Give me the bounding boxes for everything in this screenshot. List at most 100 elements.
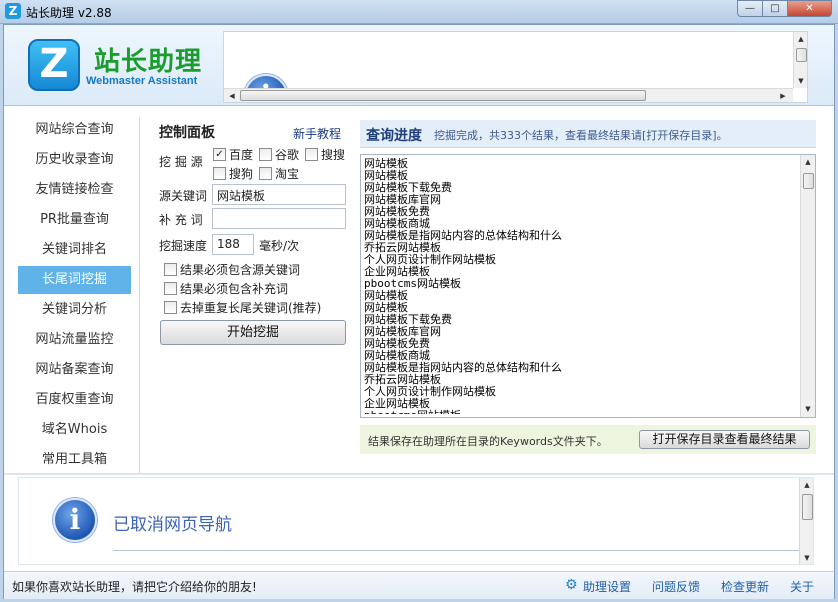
sidebar-item-icp-query[interactable]: 网站备案查询 — [18, 356, 131, 384]
checkbox-label: 结果必须包含补充词 — [180, 282, 289, 296]
sidebar-item-keyword-analysis[interactable]: 关键词分析 — [18, 296, 131, 324]
progress-title: 查询进度 — [366, 128, 422, 144]
speed-input[interactable]: 188 — [212, 234, 254, 255]
checkbox-label: 淘宝 — [275, 167, 300, 181]
sidebar-item-baidu-weight[interactable]: 百度权重查询 — [18, 386, 131, 414]
tutorial-link[interactable]: 新手教程 — [293, 125, 341, 142]
supplement-input[interactable] — [212, 208, 346, 229]
info-icon: i — [53, 498, 97, 542]
bottom-divider-line — [113, 550, 805, 551]
sidebar-item-longtail-mining[interactable]: 长尾词挖掘 — [18, 266, 131, 294]
window-title: 站长助理 v2.88 — [26, 6, 112, 20]
scroll-up-arrow-icon[interactable]: ▲ — [801, 155, 815, 169]
header-web-panel: i 已取消网页导航 ▲ ▼ ◀ ▶ — [223, 31, 808, 103]
option-dedupe-checkbox[interactable]: 去掉重复长尾关键词(推荐) — [164, 299, 321, 316]
source-sogou-checkbox[interactable]: 搜狗 — [213, 165, 253, 182]
speed-unit: 毫秒/次 — [259, 239, 300, 253]
sidebar-item-toolbox[interactable]: 常用工具箱 — [18, 446, 131, 474]
source-keyword-input[interactable]: 网站模板 — [212, 184, 346, 205]
scroll-left-arrow-icon[interactable]: ◀ — [226, 89, 238, 102]
sidebar-item-pr-batch[interactable]: PR批量查询 — [18, 206, 131, 234]
option-require-source-checkbox[interactable]: 结果必须包含源关键词 — [164, 261, 300, 278]
start-mining-button[interactable]: 开始挖掘 — [160, 320, 346, 345]
sidebar-divider — [139, 117, 140, 473]
checkbox-label: 结果必须包含源关键词 — [180, 263, 301, 277]
scroll-thumb[interactable] — [802, 494, 813, 520]
header: Z 站长助理 Webmaster Assistant i 已取消网页导航 ▲ ▼… — [4, 25, 834, 106]
open-save-folder-button[interactable]: 打开保存目录查看最终结果 — [639, 430, 810, 449]
app-logo-icon: Z — [5, 3, 21, 19]
scroll-thumb[interactable] — [796, 48, 807, 62]
scroll-thumb[interactable] — [240, 90, 646, 101]
sidebar: 网站综合查询 历史收录查询 友情链接检查 PR批量查询 关键词排名 长尾词挖掘 … — [18, 116, 136, 476]
source-google-checkbox[interactable]: 谷歌 — [259, 146, 299, 163]
minimize-button[interactable]: — — [737, 0, 763, 17]
sidebar-item-site-overview[interactable]: 网站综合查询 — [18, 116, 131, 144]
checkbox-label: 去掉重复长尾关键词(推荐) — [180, 301, 322, 315]
results-list-box[interactable]: 网站模板 网站模板 网站模板下载免费 网站模板库官网 网站模板免费 网站模板商城 网站模板是… — [360, 154, 816, 418]
source-taobao-checkbox[interactable]: 淘宝 — [259, 165, 299, 182]
scroll-right-arrow-icon[interactable]: ▶ — [777, 89, 789, 102]
header-horizontal-scrollbar[interactable]: ◀ ▶ — [224, 88, 793, 102]
title-bar: Z 站长助理 v2.88 — □ ✕ — [0, 0, 838, 24]
results-list: 网站模板 网站模板 网站模板下载免费 网站模板库官网 网站模板免费 网站模板商城 网站模板是… — [364, 158, 798, 414]
checkbox-checked-icon: ✓ — [213, 148, 226, 161]
checkbox-icon — [259, 167, 272, 180]
progress-header: 查询进度 挖掘完成，共333个结果，查看最终结果请[打开保存目录]。 — [360, 120, 816, 148]
scroll-up-arrow-icon[interactable]: ▲ — [800, 478, 813, 492]
brand-name: 站长助理 — [94, 47, 203, 77]
save-bar: 结果保存在助理所在目录的Keywords文件夹下。 打开保存目录查看最终结果 — [360, 425, 816, 454]
scroll-down-arrow-icon[interactable]: ▼ — [801, 402, 815, 416]
bottom-vertical-scrollbar[interactable]: ▲ ▼ — [799, 478, 813, 564]
checkbox-icon — [213, 167, 226, 180]
option-require-supplement-checkbox[interactable]: 结果必须包含补充词 — [164, 280, 288, 297]
control-panel-title: 控制面板 — [159, 125, 215, 141]
bottom-web-panel: i 已取消网页导航 ▲ ▼ — [18, 477, 814, 565]
checkbox-label: 搜搜 — [321, 148, 346, 162]
sidebar-item-link-check[interactable]: 友情链接检查 — [18, 176, 131, 204]
bottom-nav-message: 已取消网页导航 — [113, 515, 232, 535]
checkbox-icon — [305, 148, 318, 161]
main-window: Z 站长助理 Webmaster Assistant i 已取消网页导航 ▲ ▼… — [3, 24, 835, 599]
check-update-link[interactable]: 检查更新 — [721, 578, 769, 595]
checkbox-icon — [164, 301, 177, 314]
sidebar-item-keyword-rank[interactable]: 关键词排名 — [18, 236, 131, 264]
feedback-link[interactable]: 问题反馈 — [652, 578, 700, 595]
checkbox-label: 百度 — [229, 148, 254, 162]
result-item[interactable]: 网站模板 — [364, 158, 798, 170]
window-controls: — □ ✕ — [737, 0, 832, 17]
scroll-down-arrow-icon[interactable]: ▼ — [794, 74, 807, 88]
checkbox-label: 搜狗 — [229, 167, 254, 181]
sidebar-item-index-history[interactable]: 历史收录查询 — [18, 146, 131, 174]
brand-subtitle: Webmaster Assistant — [86, 75, 198, 87]
header-vertical-scrollbar[interactable]: ▲ ▼ — [793, 32, 807, 88]
gear-icon[interactable]: ⚙ — [565, 578, 579, 592]
sidebar-item-traffic-monitor[interactable]: 网站流量监控 — [18, 326, 131, 354]
about-link[interactable]: 关于 — [790, 578, 814, 595]
bottom-divider — [4, 473, 834, 475]
supplement-label: 补 充 词 — [159, 213, 203, 227]
source-soso-checkbox[interactable]: 搜搜 — [305, 146, 345, 163]
checkbox-icon — [164, 282, 177, 295]
settings-link[interactable]: 助理设置 — [583, 578, 631, 595]
maximize-button[interactable]: □ — [763, 0, 788, 17]
scroll-thumb[interactable] — [803, 173, 814, 189]
checkbox-icon — [164, 263, 177, 276]
brand-logo-icon: Z — [28, 39, 80, 91]
checkbox-label: 谷歌 — [275, 148, 300, 162]
results-vertical-scrollbar[interactable]: ▲ ▼ — [800, 155, 815, 417]
progress-status: 挖掘完成，共333个结果，查看最终结果请[打开保存目录]。 — [434, 129, 728, 142]
result-item[interactable]: 网站模板 — [364, 290, 798, 302]
result-item[interactable]: pbootcms网站模板 — [364, 410, 798, 415]
close-button[interactable]: ✕ — [788, 0, 832, 17]
source-baidu-checkbox[interactable]: ✓ 百度 — [213, 146, 253, 163]
save-note: 结果保存在助理所在目录的Keywords文件夹下。 — [368, 435, 608, 448]
source-label: 挖 掘 源 — [159, 155, 203, 169]
speed-label: 挖掘速度 — [159, 239, 208, 253]
checkbox-icon — [259, 148, 272, 161]
sidebar-item-whois[interactable]: 域名Whois — [18, 416, 131, 444]
result-item[interactable]: pbootcms网站模板 — [364, 278, 798, 290]
scroll-down-arrow-icon[interactable]: ▼ — [800, 551, 813, 564]
status-message: 如果你喜欢站长助理，请把它介绍给你的朋友! — [12, 580, 257, 594]
scroll-up-arrow-icon[interactable]: ▲ — [794, 32, 807, 46]
